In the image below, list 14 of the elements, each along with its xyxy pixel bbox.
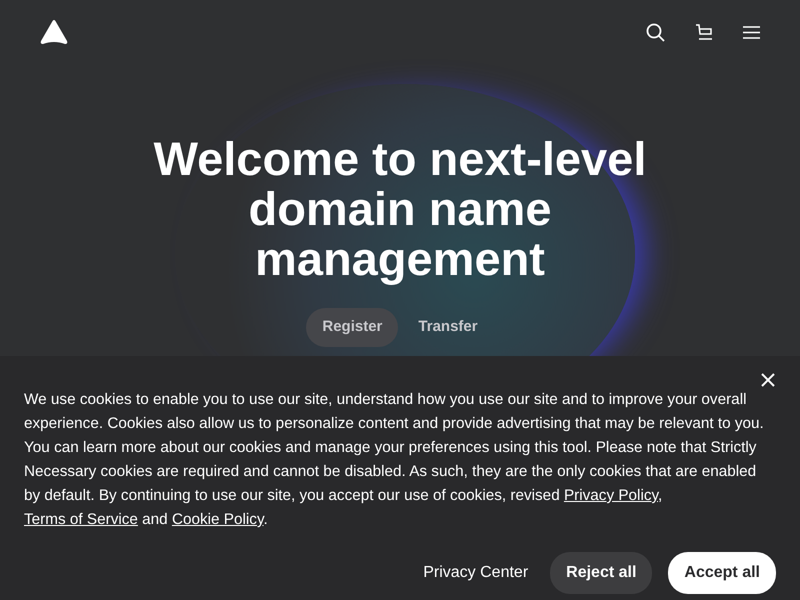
tab[interactable]: Transfer [402,308,494,346]
cookie-notice-text: We use cookies to enable you to use our site, understand how you use our site and to improve your overall experience. Cookies also allow us to personalize content and provide advertising that may be relevant to you. You can learn more about our cookies and manage your preferences using this tool. Please note that Strictly Necessary cookies are required and cannot be disabled. As such, they are the only cookies that are enabled by default. By continuing to use our site, you accept our use of cookies, revised Privacy Policy, Terms of Service and Cookie Policy. [24,390,765,530]
policy-link[interactable]: Cookie Policy [172,511,264,528]
menu-icon[interactable] [743,26,760,38]
hero-title: Welcome to next-level domain name management [152,134,648,284]
logo-icon[interactable] [40,19,68,45]
search-icon[interactable] [646,22,665,42]
reject-all-button[interactable]: Reject all [550,552,652,594]
policy-link[interactable]: Terms of Service [24,511,138,528]
accept-all-button[interactable]: Accept all [668,552,776,594]
tab[interactable]: Register [306,308,398,346]
policy-link[interactable]: Privacy Policy [564,487,658,504]
cart-icon[interactable] [695,24,713,40]
privacy-center-button[interactable]: Privacy Center [417,560,534,586]
